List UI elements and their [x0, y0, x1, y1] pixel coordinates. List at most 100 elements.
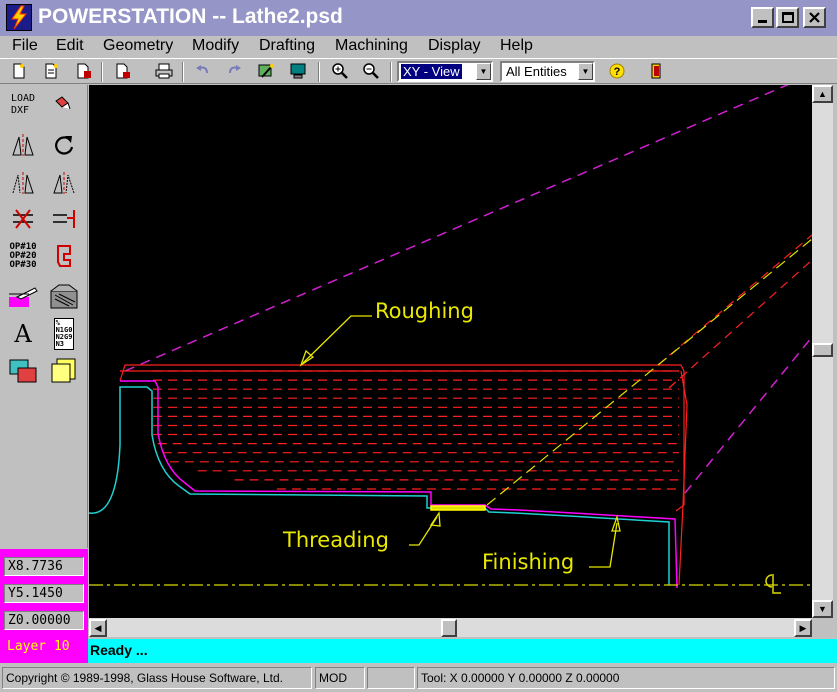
- eraser-tool[interactable]: [44, 89, 80, 121]
- menu-file[interactable]: File: [12, 37, 38, 55]
- offset-tool[interactable]: [5, 167, 41, 199]
- powerstation-window: POWERSTATION -- Lathe2.psd File Edit Geo…: [0, 0, 837, 692]
- toolbar-separator: [182, 62, 184, 82]
- roughing-diagonal: [657, 234, 813, 366]
- nc-code-button[interactable]: % N1G0 N2G9 N3: [46, 318, 82, 350]
- wand-button[interactable]: [256, 62, 276, 80]
- horizontal-scroll-thumb[interactable]: [441, 619, 457, 637]
- layers-icon: [9, 359, 37, 383]
- toolpath-icon: [57, 245, 71, 267]
- print-button[interactable]: [154, 62, 174, 80]
- undo-button[interactable]: [193, 62, 213, 80]
- threading-toolpath: [430, 505, 486, 511]
- threading-diagonal: [486, 238, 813, 506]
- rotate-icon: [55, 136, 74, 155]
- roughing-label: Roughing: [375, 299, 474, 323]
- text-tool[interactable]: A: [5, 318, 41, 350]
- tool-position-panel: Tool: X 0.00000 Y 0.00000 Z 0.00000: [417, 667, 835, 689]
- threading-label: Threading: [282, 528, 389, 552]
- close-button[interactable]: [803, 7, 826, 28]
- scroll-left-arrow-icon[interactable]: ◀: [89, 619, 107, 637]
- new-file-button[interactable]: [9, 62, 29, 80]
- z-coordinate: Z0.00000: [4, 611, 84, 630]
- roughing-toolpath: [120, 370, 679, 490]
- load-dxf-button[interactable]: LOAD DXF: [5, 89, 41, 121]
- view-select[interactable]: XY - View ▼: [397, 61, 493, 82]
- printer-icon: [155, 63, 173, 79]
- zoom-out-button[interactable]: [361, 62, 381, 80]
- help-button[interactable]: ?: [607, 62, 627, 80]
- toolbar-separator: [101, 62, 103, 82]
- menu-drafting[interactable]: Drafting: [259, 37, 315, 55]
- drawing-canvas[interactable]: Roughing Threading Finishing: [88, 78, 813, 618]
- lathe-tool-button[interactable]: [5, 281, 41, 313]
- chevron-down-icon[interactable]: ▼: [578, 63, 593, 80]
- maximize-icon: [781, 12, 794, 23]
- menu-help[interactable]: Help: [500, 37, 533, 55]
- menu-machining[interactable]: Machining: [335, 37, 408, 55]
- scroll-up-arrow-icon[interactable]: ▲: [812, 85, 833, 103]
- layers-button[interactable]: [5, 355, 41, 387]
- trim-tool[interactable]: [5, 203, 41, 235]
- toolbox-icon: [50, 284, 78, 309]
- chevron-down-icon[interactable]: ▼: [476, 63, 491, 80]
- close-icon: [809, 12, 820, 23]
- maximize-button[interactable]: [776, 7, 799, 28]
- operations-label: OP#10 OP#20 OP#30: [9, 241, 37, 270]
- display-button[interactable]: [288, 62, 308, 80]
- current-layer[interactable]: Layer 10: [4, 638, 84, 656]
- coordinate-readouts: X8.7736 Y5.1450 Z0.00000 Layer 10: [0, 549, 88, 663]
- x-coordinate: X8.7736: [4, 557, 84, 576]
- construction-line: [124, 78, 802, 372]
- sticky-notes-icon: [51, 358, 76, 383]
- zoom-in-button[interactable]: [330, 62, 350, 80]
- window-title: POWERSTATION -- Lathe2.psd: [38, 5, 343, 28]
- status-bar: Copyright © 1989-1998, Glass House Softw…: [0, 664, 837, 692]
- roughing-leader: [302, 315, 372, 364]
- minimize-icon: [758, 20, 767, 23]
- toolbar: XY - View ▼ All Entities ▼ ?: [0, 58, 837, 84]
- redo-button[interactable]: [224, 62, 244, 80]
- mirror-tool[interactable]: [5, 129, 41, 161]
- finishing-label: Finishing: [482, 550, 574, 574]
- vertical-scroll-thumb[interactable]: [812, 343, 833, 357]
- horizontal-scrollbar[interactable]: ◀ ▶: [89, 618, 812, 637]
- rotate-tool[interactable]: [46, 129, 82, 161]
- y-coordinate: Y5.1450: [4, 584, 84, 603]
- save-file-button[interactable]: [74, 62, 94, 80]
- menu-edit[interactable]: Edit: [56, 37, 84, 55]
- lightning-app-icon[interactable]: [6, 4, 32, 31]
- print-setup-button[interactable]: [113, 62, 133, 80]
- minimize-button[interactable]: [751, 7, 774, 28]
- exit-door-icon: [651, 63, 661, 79]
- scroll-right-arrow-icon[interactable]: ▶: [794, 619, 812, 637]
- menu-geometry[interactable]: Geometry: [103, 37, 173, 55]
- tool-library-button[interactable]: [46, 281, 82, 313]
- extend-icon: [53, 210, 75, 228]
- magic-wand-icon: [258, 64, 274, 78]
- save-file-icon: [77, 63, 91, 79]
- entity-filter-select[interactable]: All Entities ▼: [500, 61, 595, 82]
- notes-button[interactable]: [46, 355, 82, 387]
- copy-mirror-tool[interactable]: [46, 167, 82, 199]
- scroll-down-arrow-icon[interactable]: ▼: [812, 600, 833, 618]
- vertical-scrollbar[interactable]: ▲ ▼: [812, 85, 833, 618]
- toolpath-tool[interactable]: [46, 240, 82, 272]
- undo-icon: [196, 65, 208, 74]
- exit-button[interactable]: [646, 62, 666, 80]
- open-file-icon: [45, 63, 58, 79]
- extend-tool[interactable]: [46, 203, 82, 235]
- menu-modify[interactable]: Modify: [192, 37, 239, 55]
- title-bar[interactable]: POWERSTATION -- Lathe2.psd: [0, 0, 837, 36]
- tool-palette: LOAD DXF OP#10 OP#20 OP#30 A % N1G0 N2G9…: [0, 85, 88, 548]
- open-file-button[interactable]: [42, 62, 62, 80]
- offset-icon: [12, 172, 34, 194]
- status-message: Ready ...: [90, 642, 148, 658]
- roughing-arrowhead: [299, 349, 315, 367]
- menu-display[interactable]: Display: [428, 37, 480, 55]
- copyright-panel: Copyright © 1989-1998, Glass House Softw…: [2, 667, 312, 689]
- operations-button[interactable]: OP#10 OP#20 OP#30: [5, 240, 41, 272]
- construction-line: [684, 336, 813, 494]
- toolbar-separator: [318, 62, 320, 82]
- toolbar-separator: [390, 62, 392, 82]
